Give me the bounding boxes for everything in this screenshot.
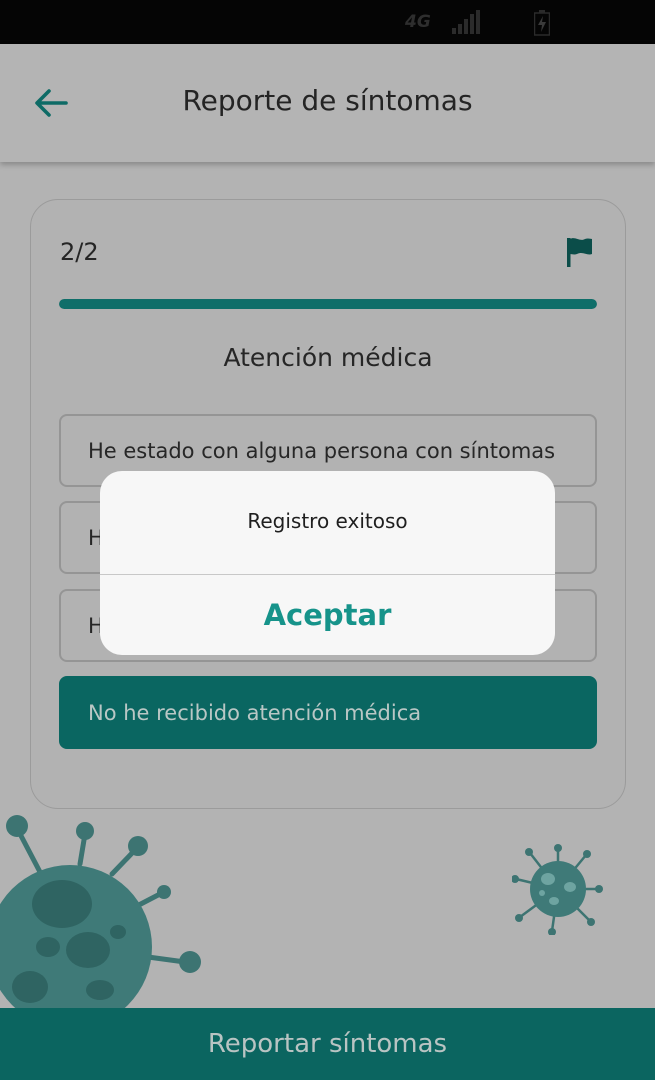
dialog-message: Registro exitoso [247,509,408,533]
option-no-medical-attention[interactable]: No he recibido atención médica [59,676,597,749]
success-dialog: Registro exitoso Aceptar [100,471,555,655]
flag-icon [567,238,592,267]
virus-illustration-small [512,844,603,935]
progress-bar [59,299,597,309]
accept-button[interactable]: Aceptar [100,575,555,655]
network-type: 4G [405,12,431,32]
report-symptoms-button[interactable]: Reportar síntomas [0,1008,655,1080]
step-counter: 2/2 [60,238,99,266]
app-bar: Reporte de síntomas [0,44,655,162]
page-title: Reporte de síntomas [182,84,473,117]
progress-fill [59,299,597,309]
signal-bars-icon [452,10,480,34]
virus-illustration-large [0,815,201,1012]
status-bar: 4G [0,0,655,44]
section-title: Atención médica [223,343,433,372]
report-symptoms-label: Reportar síntomas [207,1029,448,1059]
option-label: He estado con alguna persona con síntoma… [88,438,556,463]
option-label: No he recibido atención médica [88,700,422,725]
battery-charging-icon [534,10,550,36]
